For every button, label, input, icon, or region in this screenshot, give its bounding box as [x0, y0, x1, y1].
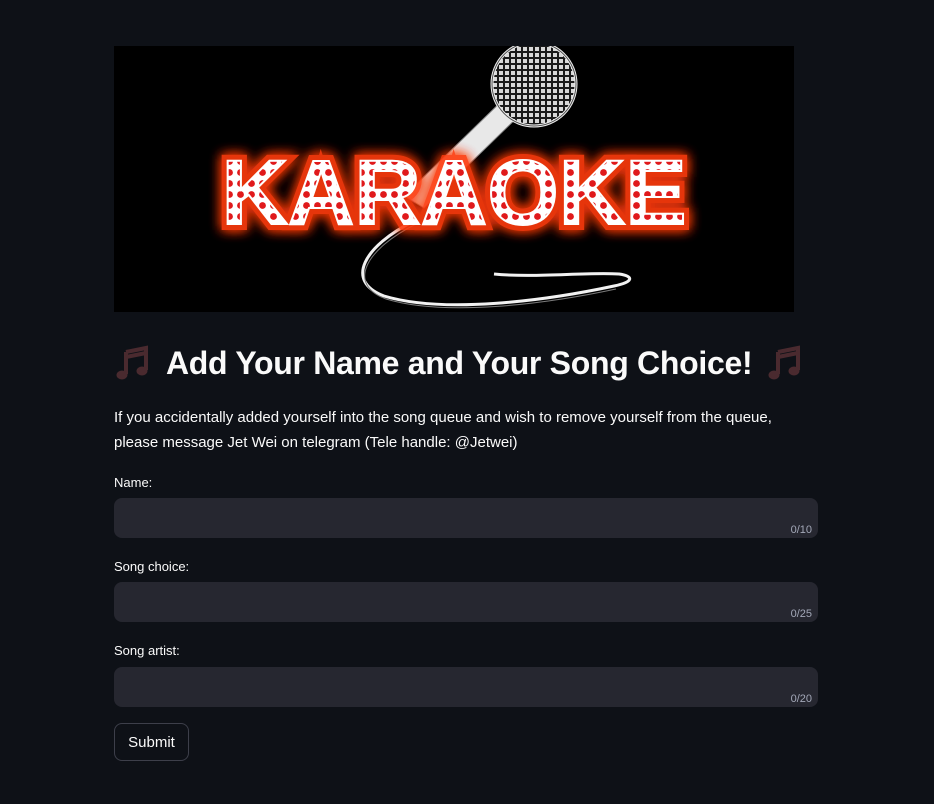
name-char-counter: 0/10 [790, 524, 812, 536]
song-choice-input[interactable] [114, 582, 818, 622]
name-field[interactable]: 0/10 [114, 498, 818, 538]
song-artist-input[interactable] [114, 667, 818, 707]
submit-button[interactable]: Submit [114, 723, 189, 761]
song-choice-char-counter: 0/25 [790, 608, 812, 620]
banner-karaoke-text: KARAOKE [221, 142, 686, 244]
queue-removal-notice: If you accidentally added yourself into … [114, 409, 772, 451]
karaoke-banner-image: KARAOKE KARAOKE [114, 46, 794, 312]
song-artist-field-label: Song artist: [114, 643, 180, 658]
musical-notes-icon [766, 344, 804, 382]
karaoke-logo: KARAOKE KARAOKE [114, 46, 794, 312]
song-choice-field[interactable]: 0/25 [114, 582, 818, 622]
musical-notes-icon [114, 344, 152, 382]
name-field-label: Name: [114, 475, 153, 490]
name-input[interactable] [114, 498, 818, 538]
page-title-text: Add Your Name and Your Song Choice! [166, 344, 753, 381]
page-title: Add Your Name and Your Song Choice! [114, 344, 818, 382]
song-artist-field[interactable]: 0/20 [114, 667, 818, 707]
song-choice-field-label: Song choice: [114, 559, 190, 574]
song-artist-char-counter: 0/20 [790, 693, 812, 705]
app-root: KARAOKE KARAOKE Add Your Name and Your S… [0, 0, 934, 804]
